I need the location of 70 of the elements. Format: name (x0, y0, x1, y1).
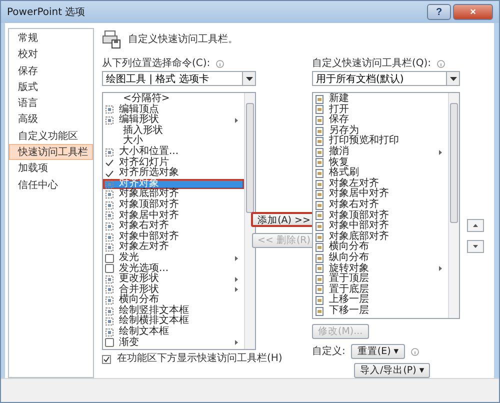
list-item[interactable]: 编辑形状 (103, 115, 244, 126)
section-title: 自定义快速访问工具栏。 (128, 32, 238, 46)
info-icon (410, 348, 419, 356)
move-up-button[interactable] (466, 219, 484, 232)
reset-button[interactable]: 重置(E) ▾ (351, 344, 405, 359)
field-label: 从下列位置选择命令(C): (102, 58, 210, 70)
sidebar-item[interactable]: 常规 (9, 30, 93, 46)
import-export-button[interactable]: 导入/导出(P) ▾ (354, 363, 430, 378)
sidebar-item[interactable]: 自定义功能区 (9, 128, 93, 144)
printer-icon (102, 29, 122, 49)
dropdown-arrow-icon (246, 76, 252, 80)
list-item[interactable]: 对象左对齐 (103, 242, 244, 253)
scrollbar[interactable] (244, 93, 255, 349)
dropdown-arrow-icon (450, 76, 456, 80)
submenu-arrow-icon (439, 266, 442, 272)
sidebar-item[interactable]: 加载项 (9, 160, 93, 177)
list-item[interactable]: 绘制文本框 (103, 327, 244, 338)
sidebar-item[interactable]: 语言 (9, 95, 93, 112)
field-label: 自定义快速访问工具栏(Q): (312, 58, 432, 70)
list-item[interactable]: 对象顶部对齐 (103, 200, 244, 211)
list-item[interactable]: 置于底层 (313, 284, 448, 296)
window-title: PowerPoint 选项 (7, 6, 86, 19)
sidebar-item[interactable]: 保存 (9, 62, 93, 79)
sidebar-item[interactable]: 版式 (9, 78, 93, 96)
list-item[interactable]: 保存 (313, 115, 448, 126)
list-item[interactable]: 置于顶层 (313, 274, 448, 285)
checkbox-label: 在功能区下方显示快速访问工具栏(H) (117, 353, 282, 365)
field-label: 自定义: (312, 346, 346, 358)
list-item[interactable]: 渐变 (103, 338, 244, 348)
submenu-arrow-icon (235, 340, 238, 346)
square-icon (105, 338, 114, 348)
checkbox[interactable] (102, 354, 111, 364)
down-arrow-icon (472, 245, 478, 248)
list-item[interactable]: 发光 (103, 252, 244, 264)
submenu-arrow-icon (235, 118, 238, 123)
list-item[interactable]: 横向分布 (103, 295, 244, 306)
help-button[interactable]: ? (427, 4, 451, 20)
dropdown[interactable]: 绘图工具 | 格式 选项卡 (102, 71, 256, 86)
submenu-arrow-icon (439, 150, 442, 155)
list-item[interactable]: 打开 (313, 104, 448, 116)
list-item[interactable]: 更改形状 (103, 274, 244, 285)
submenu-arrow-icon (235, 256, 238, 261)
info-icon (216, 60, 224, 68)
info-icon (437, 60, 446, 68)
sidebar-item[interactable]: 高级 (9, 111, 93, 128)
list-item[interactable]: 纵向分布 (313, 252, 448, 264)
list-item[interactable]: 对象居中对齐 (313, 189, 448, 200)
list-item[interactable]: 对象右对齐 (103, 221, 244, 232)
sidebar-item[interactable]: 校对 (9, 46, 93, 63)
list-item[interactable]: 格式刷 (313, 168, 448, 179)
list-item[interactable]: 插入形状 (103, 126, 244, 136)
list-item[interactable]: 上移一层 (313, 295, 448, 306)
list-item[interactable]: 下移一层 (313, 306, 448, 316)
square-icon (105, 264, 114, 274)
list-item[interactable]: 撤消 (313, 146, 448, 158)
up-arrow-icon (472, 224, 478, 227)
sidebar-item[interactable]: 快速访问工具栏 (9, 144, 93, 160)
dropdown[interactable]: 用于所有文档(默认) (312, 71, 460, 86)
list-item[interactable]: <分隔符> (103, 94, 244, 105)
list-item[interactable]: 对齐所选对象 (103, 168, 244, 179)
sidebar-item[interactable]: 信任中心 (9, 176, 93, 193)
list-item[interactable]: 大小和位置... (103, 146, 244, 158)
list-item[interactable]: 对象底部对齐 (103, 189, 244, 200)
list-item[interactable]: 大小 (103, 136, 244, 147)
list-item[interactable]: 打印预览和打印 (313, 136, 448, 147)
square-icon (105, 254, 114, 263)
list-item[interactable]: 对象右对齐 (313, 200, 448, 211)
scrollbar[interactable] (448, 93, 459, 318)
move-down-button[interactable] (466, 240, 484, 253)
command-icon (105, 148, 114, 157)
